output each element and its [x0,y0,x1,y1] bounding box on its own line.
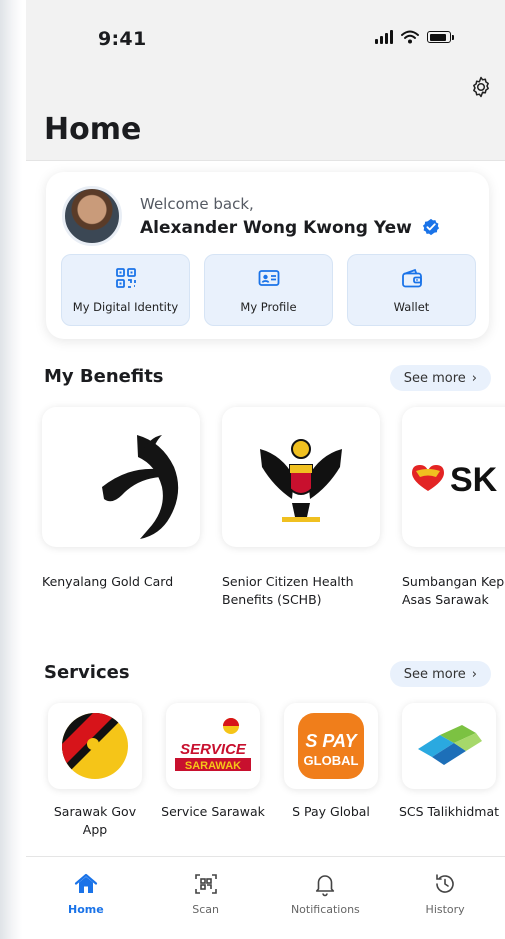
signal-icon [375,30,393,44]
verified-badge-icon [422,218,439,236]
battery-icon [427,31,454,43]
sarawak-gov-app-icon [48,703,142,789]
id-card-icon [258,270,279,286]
sumbangan-image: SK [402,407,505,547]
chevron-right-icon: › [471,370,477,386]
benefit-label: Kenyalang Gold Card [42,574,174,589]
benefit-card[interactable]: SK Sumbangan Keperluan Asas Sarawak [402,407,505,609]
benefit-card[interactable]: Senior Citizen Health Benefits (SCHB) [222,407,380,609]
welcome-text: Welcome back, [140,195,254,213]
benefits-see-more-label: See more [403,370,466,386]
services-see-more-label: See more [403,666,466,682]
s-pay-logo-text-1: S PAY [305,731,358,751]
nav-history[interactable]: History [390,871,500,939]
avatar[interactable] [62,186,122,246]
nav-notifications[interactable]: Notifications [270,871,380,939]
wallet-button[interactable]: Wallet [347,254,476,326]
kenyalang-gold-card-image [42,407,200,547]
benefits-list: Kenyalang Gold Card Senior Citizen Healt… [42,407,505,609]
gear-icon[interactable] [469,75,493,99]
profile-card: Welcome back, Alexander Wong Kwong Yew M… [46,172,489,339]
benefits-see-more-button[interactable]: See more › [389,365,491,391]
my-digital-identity-button[interactable]: My Digital Identity [61,254,190,326]
scs-talikhidmat-icon [402,703,496,789]
bottom-nav: Home Scan Notifications History [26,856,505,939]
status-time: 9:41 [98,28,147,50]
service-card[interactable]: S PAY GLOBAL S Pay Global [279,703,383,839]
services-see-more-button[interactable]: See more › [389,661,491,687]
sk-logo: SK [412,461,498,499]
page-title: Home [44,112,142,147]
history-icon [436,874,454,893]
status-icons [375,30,454,44]
chevron-right-icon: › [471,666,477,682]
scan-icon [194,874,217,894]
nav-scan[interactable]: Scan [151,871,261,939]
nav-home-label: Home [68,903,104,916]
wallet-icon [401,268,422,288]
my-digital-identity-label: My Digital Identity [72,300,179,314]
service-sarawak-logo-text-1: SERVICE [180,741,247,758]
home-icon [74,873,97,893]
wallet-label: Wallet [393,300,430,314]
nav-history-label: History [425,903,465,916]
service-card[interactable]: Sarawak Gov App [43,703,147,839]
services-list: Sarawak Gov App SERVICE SARAWAK Service … [43,703,501,839]
service-card[interactable]: SCS Talikhidmat [397,703,501,839]
services-section-title: Services [44,662,130,683]
s-pay-global-icon: S PAY GLOBAL [284,703,378,789]
service-label: Sarawak Gov App [53,804,137,837]
nav-home[interactable]: Home [31,871,141,939]
qr-code-icon [115,268,136,288]
service-label: S Pay Global [292,804,370,819]
user-name-text: Alexander Wong Kwong Yew [140,218,412,238]
my-profile-label: My Profile [240,300,297,314]
nav-scan-label: Scan [192,903,219,916]
service-label: SCS Talikhidmat [398,804,500,819]
phone-screen: 9:41 Home Welcome back, Alexander Wong K… [26,0,505,939]
user-name: Alexander Wong Kwong Yew [140,218,440,238]
service-sarawak-logo-text-2: SARAWAK [185,760,241,772]
service-label: Service Sarawak [161,804,265,819]
service-card[interactable]: SERVICE SARAWAK Service Sarawak [161,703,265,839]
benefits-section-title: My Benefits [44,366,164,387]
my-profile-button[interactable]: My Profile [204,254,333,326]
quick-actions: My Digital Identity My Profile Wallet [61,254,476,326]
benefit-label: Sumbangan Keperluan Asas Sarawak [402,574,505,607]
service-sarawak-icon: SERVICE SARAWAK [166,703,260,789]
benefit-card[interactable]: Kenyalang Gold Card [42,407,200,609]
hornbill-logo [102,435,179,539]
nav-notifications-label: Notifications [290,903,360,916]
benefit-label: Senior Citizen Health Benefits (SCHB) [222,574,354,607]
s-pay-logo-text-2: GLOBAL [304,753,359,768]
wifi-icon [401,30,419,44]
schb-image [222,407,380,547]
sk-logo-text: SK [450,461,498,499]
bell-icon [316,875,335,897]
sarawak-crest-icon [260,439,342,522]
